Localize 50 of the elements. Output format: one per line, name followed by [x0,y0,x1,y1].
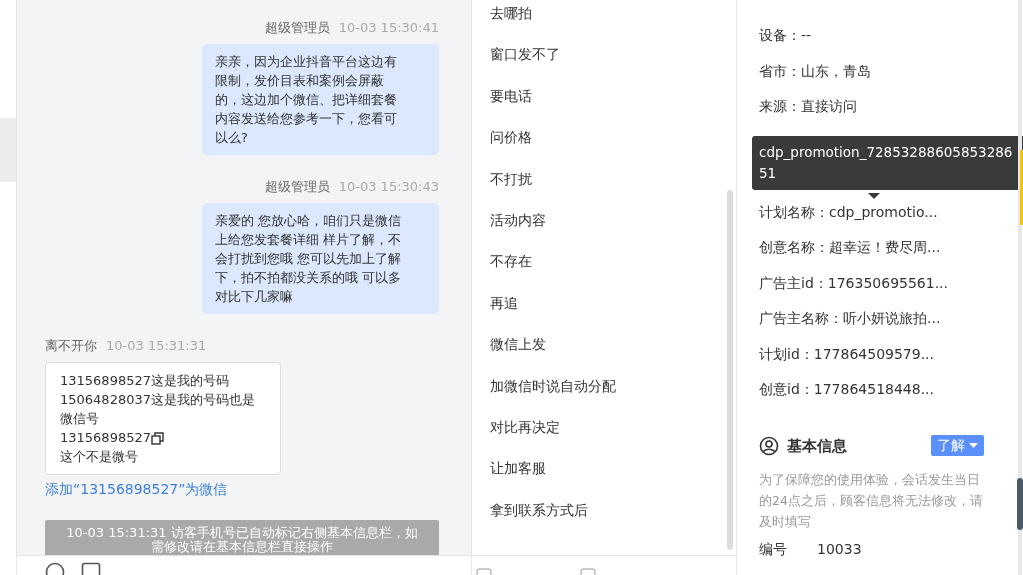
info-field: 创意id：177864518448... [759,379,1023,415]
scrollbar[interactable] [727,190,733,550]
info-note: 为了保障您的使用体验，会话发生当日的24点之后，顾客信息将无法修改，请及时填写 [759,471,984,531]
info-field: 来源：直接访问 [759,96,1023,132]
message-text: 这个不是微号 [60,449,138,464]
quick-reply-item[interactable]: 让加客服 [490,457,718,499]
section-title: 基本信息 [787,435,848,457]
quick-reply-item[interactable]: 窗口发不了 [490,43,718,85]
message-bubble: 亲亲，因为企业抖音平台这边有 限制，发价目表和案例会屏蔽 的，这边加个微信、把详细套餐 内容发送给您参考一下，您看可 以么? [202,44,439,155]
quick-reply-item[interactable]: 拿到联系方式后 [490,498,718,541]
quick-reply-item[interactable]: 再追 [490,291,718,334]
message-text: 微信号 [60,411,99,426]
message-time: 10-03 15:31:31 [106,337,207,356]
message-time: 10-03 15:30:43 [338,178,439,197]
field-value: 10033 [817,540,862,558]
quick-reply-item[interactable]: 不存在 [490,250,718,292]
info-field: 省市：山东，青岛 [759,60,1023,96]
info-field: 计划id：177864509579... [759,343,1023,379]
tooltip-arrow [868,193,880,199]
add-wechat-link[interactable]: 添加“13156898527”为微信 [45,479,228,500]
checkbox-icon[interactable] [476,568,492,575]
info-field: 设备：-- [759,25,1023,61]
info-field: 计划名称：cdp_promotio... [759,201,1023,237]
tooltip-text: cdp_promotion_72853288605853286 51 [759,144,1013,181]
checkbox-icon[interactable] [580,568,596,575]
message-text: 13156898527这是我的号码 [60,373,229,388]
scroll-handle[interactable] [1017,478,1023,530]
message-text: 15064828037这是我的号码也是 [60,392,255,407]
field-label: 编号 [759,540,787,558]
quick-reply-item[interactable]: 不打扰 [490,167,718,209]
quick-reply-item[interactable]: 加微信时说自动分配 [490,374,718,416]
info-field: 广告主id：176350695561... [759,272,1023,308]
quick-reply-item[interactable]: 活动内容 [490,208,718,251]
quick-reply-item[interactable]: 去哪拍 [490,2,718,44]
system-notice: 10-03 15:31:31 访客手机号已自动标记右侧基本信息栏，如 需修改请在基本信息栏直接操作 [45,520,439,555]
caret-icon [969,443,978,450]
quick-reply-item[interactable]: 问价格 [490,126,718,168]
sender-name: 超级管理员 [264,178,330,197]
copy-icon[interactable] [151,432,164,445]
quick-reply-item[interactable]: 微信上发 [490,333,718,375]
info-field: 广告主名称：听小妍说旅拍... [759,308,1023,344]
message-bubble: 亲爱的 您放心哈，咱们只是微信 上给您发套餐详细 样片了解，不 会打扰到您哦 您可以先加上了解 下，拍不拍都没关系的哦 可以多 对比下几家嘛 [202,203,439,314]
message-text: 13156898527 [60,430,151,445]
sender-name: 超级管理员 [264,19,330,38]
sender-name: 离不开你 [45,337,97,356]
quick-reply-item[interactable]: 要电话 [490,84,718,127]
user-icon [759,435,779,456]
info-field: 创意名称：超幸运！费尽周... [759,237,1023,273]
message-time: 10-03 15:30:41 [338,19,439,38]
quick-reply-item[interactable]: 对比再决定 [490,415,718,458]
